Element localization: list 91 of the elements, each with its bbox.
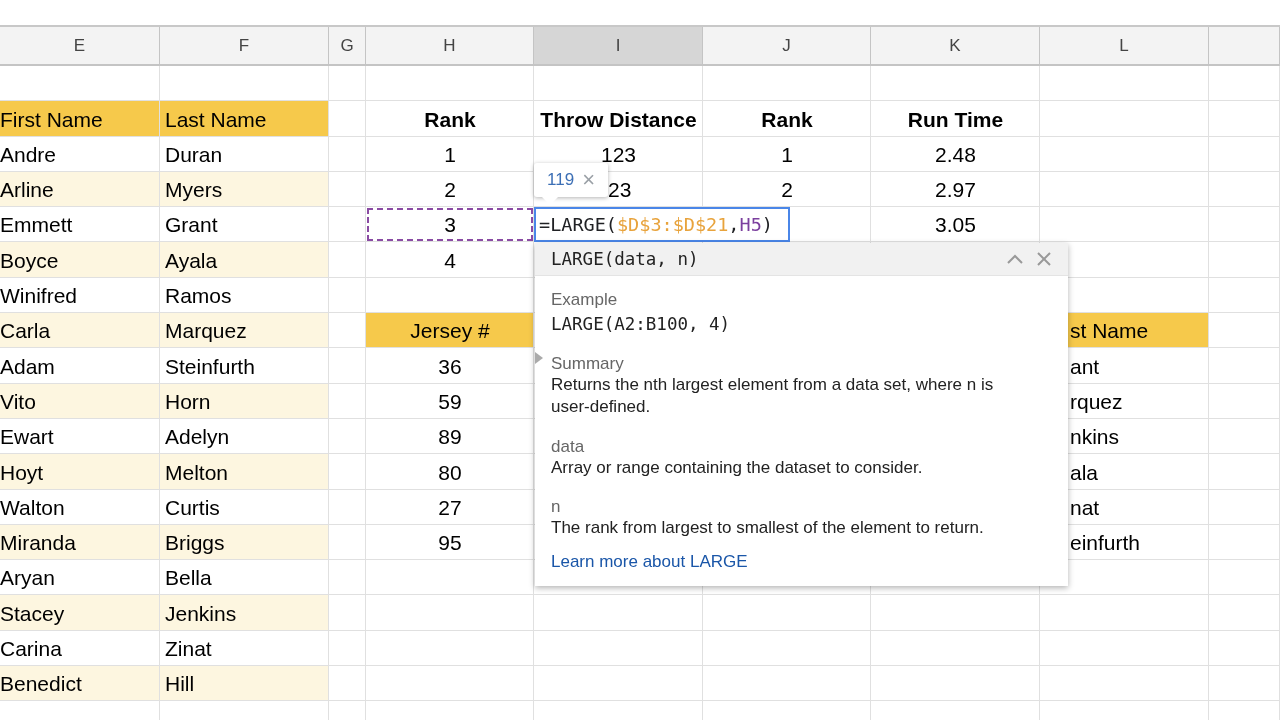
empty-cell — [1209, 560, 1280, 596]
empty-cell — [1209, 136, 1280, 172]
empty-cell — [329, 489, 366, 525]
empty-cell — [329, 418, 366, 455]
table-cell: Melton — [160, 454, 329, 490]
table-cell: 3 — [366, 207, 534, 243]
empty-cell — [1209, 630, 1280, 667]
table-cell: Vito — [0, 383, 160, 419]
table-cell: 95 — [366, 524, 534, 561]
empty-cell — [329, 560, 366, 596]
table-cell: 3.05 — [871, 207, 1040, 243]
table-cell: Curtis — [160, 489, 329, 525]
empty-cell — [1209, 66, 1280, 102]
table-cell: Horn — [160, 383, 329, 419]
empty-cell — [1209, 207, 1280, 243]
table-cell: Walton — [0, 489, 160, 525]
section-label: n — [551, 496, 562, 517]
section-label: Summary — [551, 352, 625, 374]
table-cell: Throw Distance — [534, 101, 703, 137]
section-text: LARGE(A2:B100, 4) — [551, 313, 732, 336]
empty-cell — [329, 630, 366, 667]
close-button[interactable] — [1036, 251, 1052, 267]
table-cell: Andre — [0, 136, 160, 172]
table-cell: First Name — [0, 101, 160, 137]
expand-triangle-icon[interactable] — [535, 351, 543, 364]
table-cell: Jenkins — [160, 595, 329, 631]
table-cell: Boyce — [0, 242, 160, 278]
value-preview-tooltip: 119 × — [534, 163, 608, 197]
table-cell: Briggs — [160, 524, 329, 561]
empty-cell — [329, 207, 366, 243]
table-cell: Jersey # — [366, 313, 534, 349]
empty-cell — [329, 136, 366, 172]
table-cell: Rank — [703, 101, 871, 137]
table-cell: 2.97 — [871, 171, 1040, 208]
table-cell: 80 — [366, 454, 534, 490]
section-label: Example — [551, 289, 619, 310]
table-cell: 27 — [366, 489, 534, 525]
empty-cell — [1209, 171, 1280, 208]
table-cell: 1 — [366, 136, 534, 172]
empty-cell — [329, 277, 366, 314]
formula-editor-field[interactable]: =LARGE($D$3:$D$21,H5) — [534, 207, 790, 242]
empty-cell — [1209, 383, 1280, 419]
table-cell: Arline — [0, 171, 160, 208]
table-cell: 4 — [366, 242, 534, 278]
table-cell: Hill — [160, 666, 329, 702]
column-header[interactable]: L — [1040, 27, 1209, 66]
table-cell: 59 — [366, 383, 534, 419]
empty-cell — [1209, 418, 1280, 455]
table-cell: Steinfurth — [160, 348, 329, 384]
table-cell: Myers — [160, 171, 329, 208]
table-cell: Ayala — [160, 242, 329, 278]
collapse-button[interactable] — [1006, 253, 1024, 265]
section-text: The rank from largest to smallest of the element to return. — [551, 517, 985, 539]
column-header[interactable]: I — [534, 27, 703, 66]
section-label: data — [551, 435, 586, 457]
empty-cell — [1209, 242, 1280, 278]
column-header[interactable]: G — [329, 27, 366, 66]
function-signature: LARGE(data, n) — [551, 249, 700, 269]
table-cell: Stacey — [0, 595, 160, 631]
table-cell: Hoyt — [0, 454, 160, 490]
empty-cell — [329, 66, 366, 102]
empty-cell — [1209, 666, 1280, 702]
column-header[interactable]: J — [703, 27, 871, 66]
empty-cell — [1209, 489, 1280, 525]
empty-cell — [1209, 524, 1280, 561]
table-cell: Duran — [160, 136, 329, 172]
column-header[interactable]: H — [366, 27, 534, 66]
table-cell: 1 — [703, 136, 871, 172]
table-cell: Benedict — [0, 666, 160, 702]
column-header[interactable]: K — [871, 27, 1040, 66]
table-cell: Carla — [0, 313, 160, 349]
table-cell: Marquez — [160, 313, 329, 349]
empty-cell — [1209, 101, 1280, 137]
table-cell: Run Time — [871, 101, 1040, 137]
section-text: Returns the nth largest element from a data set, where n is user-defined. — [551, 373, 995, 418]
table-cell: 2.48 — [871, 136, 1040, 172]
table-cell: Miranda — [0, 524, 160, 561]
column-header[interactable]: E — [0, 27, 160, 66]
empty-cell — [1209, 348, 1280, 384]
empty-cell — [1209, 595, 1280, 631]
table-cell: 89 — [366, 418, 534, 455]
section-text: Array or range containing the dataset to consider. — [551, 456, 924, 479]
table-cell: Adam — [0, 348, 160, 384]
empty-cell — [1209, 454, 1280, 490]
table-cell: 36 — [366, 348, 534, 384]
table-cell: Rank — [366, 101, 534, 137]
empty-cell — [1209, 277, 1280, 314]
learn-more-link[interactable]: Learn more about LARGE — [551, 551, 748, 572]
empty-cell — [329, 348, 366, 384]
column-header[interactable]: F — [160, 27, 329, 66]
table-cell: Last Name — [160, 101, 329, 137]
